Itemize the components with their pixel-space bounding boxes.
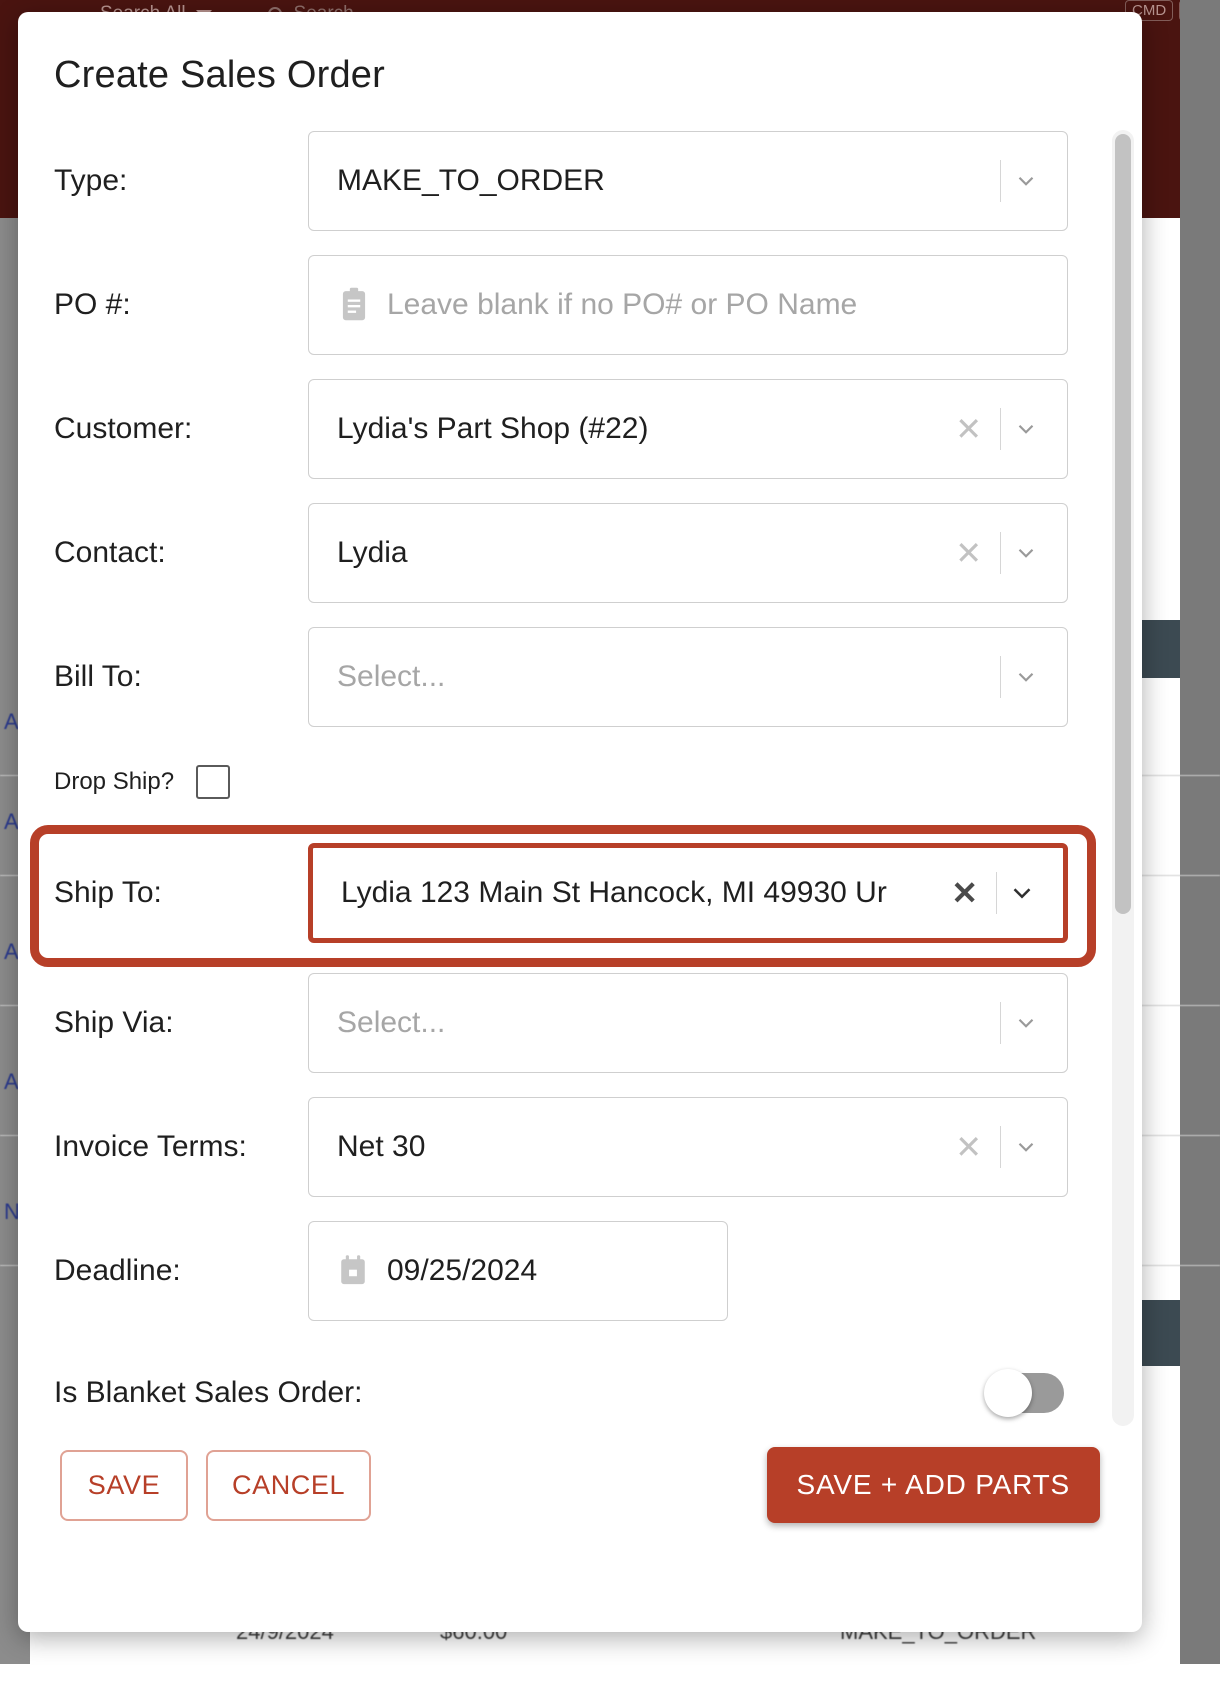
po-number-input[interactable]: Leave blank if no PO# or PO Name [308,255,1068,355]
chevron-down-icon[interactable] [1001,872,1043,914]
type-value: MAKE_TO_ORDER [337,164,996,198]
row-link[interactable]: A [4,1069,19,1094]
field-row-po-number: PO #: Leave blank if no PO# or PO Name [18,243,1142,367]
row-link[interactable]: A [4,809,19,834]
calendar-icon [337,1254,369,1288]
chevron-down-icon[interactable] [1005,1126,1047,1168]
chevron-down-icon[interactable] [1005,532,1047,574]
bill-to-select[interactable]: Select... [308,627,1068,727]
customer-select[interactable]: Lydia's Part Shop (#22) ✕ [308,379,1068,479]
sales-order-form: Type: MAKE_TO_ORDER PO #: [18,119,1142,1442]
po-number-placeholder: Leave blank if no PO# or PO Name [387,288,1047,322]
label-customer: Customer: [18,412,308,446]
ship-via-select[interactable]: Select... [308,973,1068,1073]
label-invoice-terms: Invoice Terms: [18,1130,308,1164]
modal-body: Create Sales Order Type: MAKE_TO_ORDER P… [18,12,1142,1442]
contact-select[interactable]: Lydia ✕ [308,503,1068,603]
divider [1000,408,1001,450]
save-button[interactable]: SAVE [60,1450,188,1521]
cancel-button[interactable]: CANCEL [206,1450,371,1521]
row-link[interactable]: A [4,939,19,964]
invoice-terms-value: Net 30 [337,1130,941,1164]
invoice-terms-select[interactable]: Net 30 ✕ [308,1097,1068,1197]
divider [996,872,997,914]
clipboard-icon [337,287,371,323]
label-po-number: PO #: [18,288,308,322]
chevron-down-icon[interactable] [1005,656,1047,698]
row-link[interactable]: A [4,709,19,734]
label-drop-ship: Drop Ship? [54,768,174,796]
label-ship-via: Ship Via: [18,1006,308,1040]
field-row-invoice-terms: Invoice Terms: Net 30 ✕ [18,1085,1142,1209]
ship-to-value: Lydia 123 Main St Hancock, MI 49930 Ur [341,876,937,910]
field-row-type: Type: MAKE_TO_ORDER [18,119,1142,243]
modal-footer: SAVE CANCEL SAVE + ADD PARTS [18,1430,1142,1540]
blanket-sales-order-row: Is Blanket Sales Order: [18,1333,1142,1442]
drop-ship-row: Drop Ship? [18,739,1142,825]
modal-scrollbar-thumb[interactable] [1115,134,1131,914]
blanket-sales-order-toggle[interactable] [988,1373,1064,1413]
clear-icon[interactable]: ✕ [941,413,996,445]
deadline-value: 09/25/2024 [387,1254,707,1288]
field-row-contact: Contact: Lydia ✕ [18,491,1142,615]
page-title: Create Sales Order [18,12,1142,97]
ship-to-select[interactable]: Lydia 123 Main St Hancock, MI 49930 Ur ✕ [308,843,1068,943]
drop-ship-checkbox[interactable] [196,765,230,799]
bill-to-value: Select... [337,660,996,694]
toggle-knob [984,1369,1032,1417]
chevron-down-icon[interactable] [1005,160,1047,202]
label-contact: Contact: [18,536,308,570]
field-row-ship-to: Ship To: Lydia 123 Main St Hancock, MI 4… [18,831,1142,955]
label-deadline: Deadline: [18,1254,308,1288]
clear-icon[interactable]: ✕ [937,877,992,909]
label-bill-to: Bill To: [18,660,308,694]
contact-value: Lydia [337,536,941,570]
field-row-deadline: Deadline: 09/25/2024 [18,1209,1142,1333]
label-type: Type: [18,164,308,198]
divider [1000,656,1001,698]
create-sales-order-modal: Create Sales Order Type: MAKE_TO_ORDER P… [18,12,1142,1632]
label-blanket-sales-order: Is Blanket Sales Order: [54,1376,362,1410]
save-add-parts-button[interactable]: SAVE + ADD PARTS [767,1447,1100,1523]
divider [1000,160,1001,202]
customer-value: Lydia's Part Shop (#22) [337,412,941,446]
ship-via-value: Select... [337,1006,996,1040]
divider [1000,1002,1001,1044]
chevron-down-icon[interactable] [1005,408,1047,450]
modal-scrollbar[interactable] [1112,130,1134,1426]
field-row-bill-to: Bill To: Select... [18,615,1142,739]
deadline-date-input[interactable]: 09/25/2024 [308,1221,728,1321]
type-select[interactable]: MAKE_TO_ORDER [308,131,1068,231]
field-row-ship-via: Ship Via: Select... [18,961,1142,1085]
clear-icon[interactable]: ✕ [941,537,996,569]
field-row-customer: Customer: Lydia's Part Shop (#22) ✕ [18,367,1142,491]
clear-icon[interactable]: ✕ [941,1131,996,1163]
chevron-down-icon[interactable] [1005,1002,1047,1044]
label-ship-to: Ship To: [18,876,308,910]
divider [1000,1126,1001,1168]
divider [1000,532,1001,574]
